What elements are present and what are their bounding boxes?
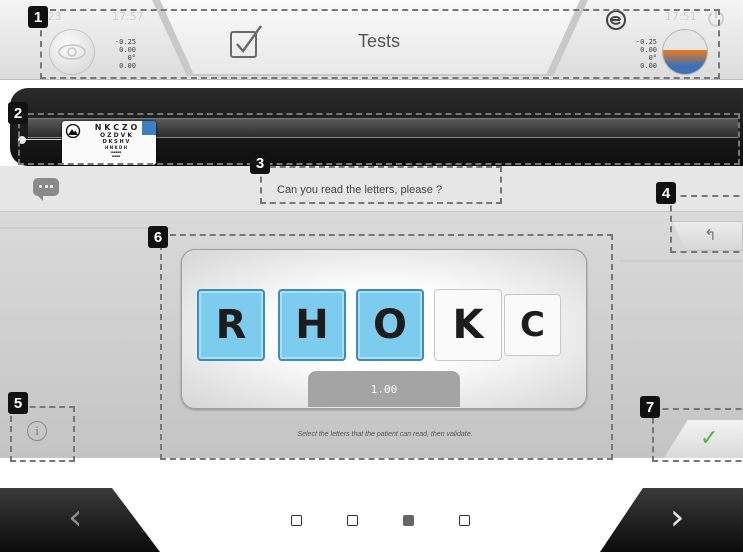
- chevron-right-icon: ›: [670, 497, 685, 538]
- callout-badge-1: 1: [28, 6, 48, 28]
- callout-badge-7: 7: [640, 396, 660, 418]
- chat-bubble-icon[interactable]: [33, 178, 59, 201]
- callout-box-2: [18, 113, 740, 165]
- callout-badge-5: 5: [8, 392, 28, 414]
- page-indicator[interactable]: [291, 515, 302, 526]
- callout-box-3: [260, 166, 502, 204]
- callout-box-4: [670, 195, 743, 253]
- callout-box-6: [160, 234, 613, 460]
- callout-badge-4: 4: [656, 182, 676, 204]
- callout-box-7: [652, 408, 743, 462]
- chevron-left-icon: ‹: [68, 497, 83, 538]
- callout-badge-2: 2: [8, 102, 28, 124]
- page-indicator[interactable]: [347, 515, 358, 526]
- callout-badge-3: 3: [250, 152, 270, 174]
- callout-box-1: [40, 9, 720, 79]
- divider: [0, 227, 170, 229]
- page-indicator[interactable]: [459, 515, 470, 526]
- callout-badge-6: 6: [148, 226, 168, 248]
- app-window: 21:23 17:57 17:51 Tests -0.25 0.00 0° 0.…: [0, 0, 743, 559]
- divider: [620, 260, 743, 262]
- page-indicator[interactable]: [403, 515, 414, 526]
- callout-box-5: [10, 406, 75, 462]
